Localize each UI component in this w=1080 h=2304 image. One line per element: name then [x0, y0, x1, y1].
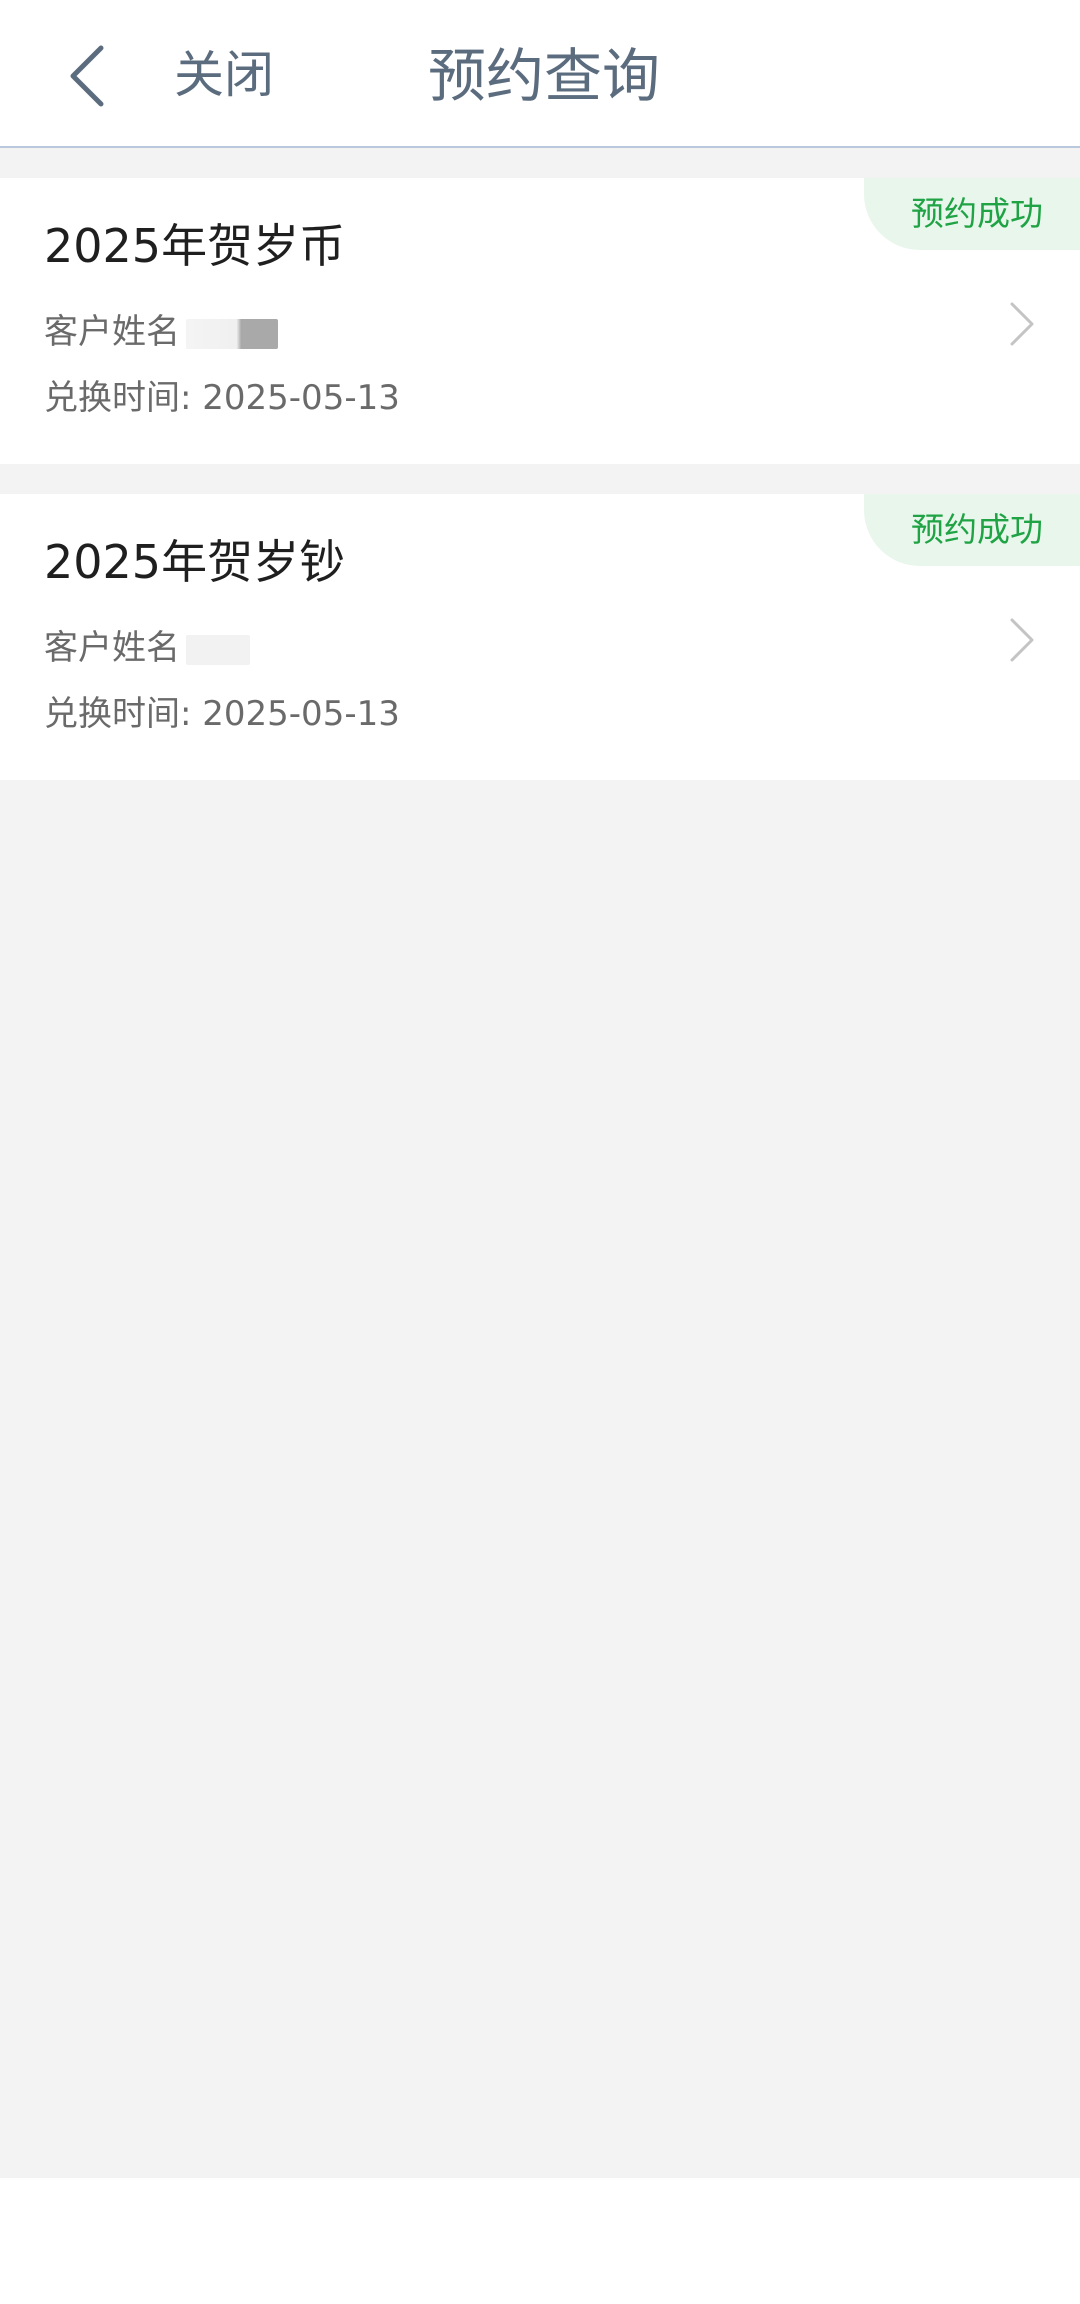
- customer-name-label: 客户姓名: [44, 628, 180, 668]
- redacted-name: [186, 634, 250, 665]
- bottom-area: [0, 2178, 1080, 2304]
- back-button[interactable]: [52, 36, 122, 116]
- reservation-card[interactable]: 预约成功 2025年贺岁币 客户姓名 兑换时间: 2025-05-13: [0, 178, 1080, 464]
- top-nav-bar: 关闭 预约查询: [0, 0, 1080, 148]
- customer-name-row: 客户姓名: [44, 624, 250, 672]
- exchange-time: 兑换时间: 2025-05-13: [44, 378, 400, 418]
- chevron-right-icon[interactable]: [1004, 296, 1040, 352]
- chevron-left-icon: [70, 45, 104, 107]
- card-title: 2025年贺岁钞: [44, 535, 346, 589]
- customer-name-row: 客户姓名: [44, 308, 278, 356]
- customer-name-label: 客户姓名: [44, 312, 180, 352]
- reservation-card[interactable]: 预约成功 2025年贺岁钞 客户姓名 兑换时间: 2025-05-13: [0, 494, 1080, 780]
- exchange-time: 兑换时间: 2025-05-13: [44, 694, 400, 734]
- close-button[interactable]: 关闭: [174, 40, 274, 110]
- status-badge: 预约成功: [864, 178, 1080, 250]
- redacted-name: [186, 318, 278, 349]
- card-title: 2025年贺岁币: [44, 219, 346, 273]
- chevron-right-icon[interactable]: [1004, 612, 1040, 668]
- page-title: 预约查询: [428, 42, 661, 110]
- reservation-list: 预约成功 2025年贺岁币 客户姓名 兑换时间: 2025-05-13 预约成功…: [0, 148, 1080, 2178]
- status-badge: 预约成功: [864, 494, 1080, 566]
